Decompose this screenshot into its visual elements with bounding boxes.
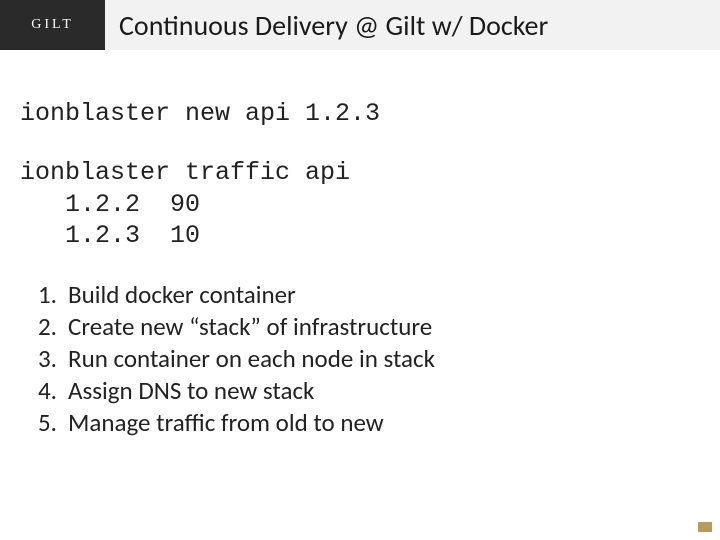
step-item: Assign DNS to new stack xyxy=(38,375,700,407)
slide-content: ionblaster new api 1.2.3 ionblaster traf… xyxy=(0,50,720,439)
slide-title: Continuous Delivery @ Gilt w/ Docker xyxy=(119,8,548,43)
command-new-api: ionblaster new api 1.2.3 xyxy=(20,98,700,129)
title-block: Continuous Delivery @ Gilt w/ Docker xyxy=(105,0,720,50)
logo-block: GILT xyxy=(0,0,105,50)
step-item: Create new “stack” of infrastructure xyxy=(38,311,700,343)
step-item: Build docker container xyxy=(38,279,700,311)
step-item: Manage traffic from old to new xyxy=(38,407,700,439)
footer-accent xyxy=(698,522,712,532)
steps-list: Build docker container Create new “stack… xyxy=(20,279,700,439)
logo-text: GILT xyxy=(31,17,74,33)
command-traffic: ionblaster traffic api 1.2.2 90 1.2.3 10 xyxy=(20,157,700,251)
step-item: Run container on each node in stack xyxy=(38,343,700,375)
header-bar: GILT Continuous Delivery @ Gilt w/ Docke… xyxy=(0,0,720,50)
